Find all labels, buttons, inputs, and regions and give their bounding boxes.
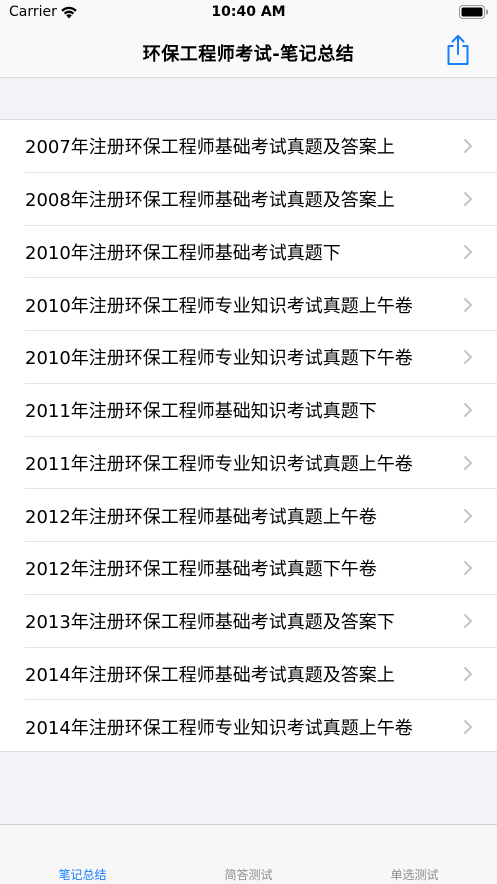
list-item[interactable]: 2007年注册环保工程师基础考试真题及答案上 [0, 120, 497, 173]
list-item-label: 2011年注册环保工程师基础知识考试真题下 [25, 401, 377, 423]
list-item-label: 2007年注册环保工程师基础考试真题及答案上 [25, 137, 395, 159]
chevron-right-icon [464, 614, 472, 629]
tab-label: 笔记总结 [58, 868, 107, 882]
chevron-right-icon [464, 244, 472, 259]
share-icon[interactable] [445, 34, 471, 66]
chevron-right-icon [464, 350, 472, 365]
list-item-label: 2008年注册环保工程师基础考试真题及答案上 [25, 190, 395, 212]
chevron-right-icon [464, 508, 472, 523]
chevron-right-icon [464, 192, 472, 207]
list-item-label: 2014年注册环保工程师基础考试真题及答案上 [25, 664, 395, 686]
list-item-label: 2012年注册环保工程师基础考试真题上午卷 [25, 506, 377, 528]
chevron-right-icon [464, 297, 472, 312]
list-item[interactable]: 2013年注册环保工程师基础考试真题及答案下 [0, 595, 497, 648]
chevron-right-icon [464, 719, 472, 734]
tab-item[interactable]: 单选测试 [332, 825, 497, 884]
list-item[interactable]: 2012年注册环保工程师基础考试真题下午卷 [0, 542, 497, 595]
page-title: 环保工程师考试-笔记总结 [142, 44, 355, 65]
chevron-right-icon [464, 666, 472, 681]
list-item-label: 2011年注册环保工程师专业知识考试真题上午卷 [25, 453, 413, 475]
list-item[interactable]: 2012年注册环保工程师基础考试真题上午卷 [0, 489, 497, 542]
tab-bar: 笔记总结 简答测试 单选测试 [0, 824, 497, 883]
list-item[interactable]: 2011年注册环保工程师专业知识考试真题上午卷 [0, 437, 497, 490]
tab-label: 单选测试 [390, 868, 439, 882]
list-item-label: 2010年注册环保工程师专业知识考试真题下午卷 [25, 348, 413, 370]
status-time: 10:40 AM [211, 4, 286, 20]
navigation-bar: 环保工程师考试-笔记总结 [0, 26, 497, 78]
list-item[interactable]: 2014年注册环保工程师基础考试真题及答案上 [0, 648, 497, 701]
list-item-label: 2012年注册环保工程师基础考试真题下午卷 [25, 559, 377, 581]
list-item-label: 2010年注册环保工程师基础考试真题下 [25, 242, 341, 264]
list-item-label: 2014年注册环保工程师专业知识考试真题上午卷 [25, 717, 413, 739]
battery-icon [459, 5, 488, 19]
tab-label: 简答测试 [224, 868, 273, 882]
tab-item[interactable]: 简答测试 [166, 825, 331, 884]
list-item-label: 2010年注册环保工程师专业知识考试真题上午卷 [25, 295, 413, 317]
status-bar: Carrier 10:40 AM [0, 0, 497, 26]
list-item[interactable]: 2011年注册环保工程师基础知识考试真题下 [0, 384, 497, 437]
chevron-right-icon [464, 455, 472, 470]
list-item[interactable]: 2010年注册环保工程师基础考试真题下 [0, 226, 497, 279]
list-item[interactable]: 2010年注册环保工程师专业知识考试真题下午卷 [0, 331, 497, 384]
tab-item[interactable]: 笔记总结 [0, 825, 165, 884]
chevron-right-icon [464, 561, 472, 576]
list-item[interactable]: 2010年注册环保工程师专业知识考试真题上午卷 [0, 278, 497, 331]
notes-list: 2007年注册环保工程师基础考试真题及答案上 2008年注册环保工程师基础考试真题… [0, 119, 497, 752]
list-item-label: 2013年注册环保工程师基础考试真题及答案下 [25, 612, 395, 634]
list-item[interactable]: 2008年注册环保工程师基础考试真题及答案上 [0, 173, 497, 226]
chevron-right-icon [464, 139, 472, 154]
chevron-right-icon [464, 403, 472, 418]
list-item[interactable]: 2014年注册环保工程师专业知识考试真题上午卷 [0, 700, 497, 753]
